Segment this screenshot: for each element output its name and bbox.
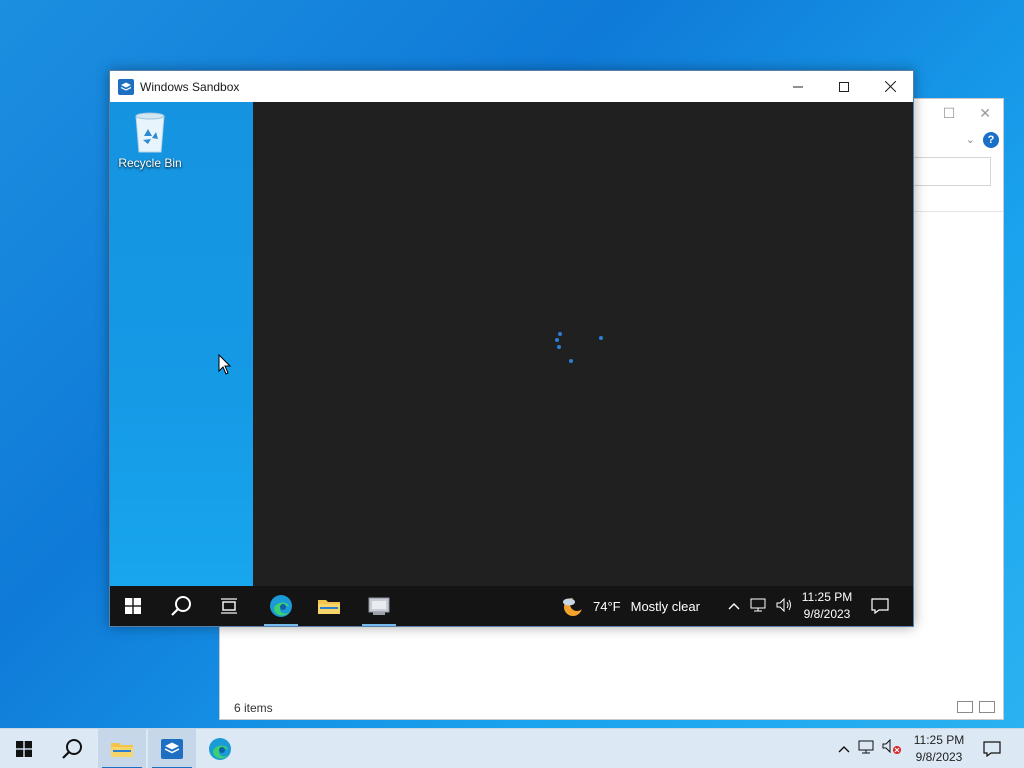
sandbox-desktop[interactable]: Recycle Bin	[110, 102, 253, 586]
volume-icon[interactable]	[776, 597, 794, 615]
search-icon	[171, 596, 191, 616]
weather-condition: Mostly clear	[630, 598, 700, 614]
file-explorer-icon	[111, 743, 133, 757]
system-app-icon	[368, 597, 390, 615]
maximize-button[interactable]	[821, 71, 867, 102]
view-toggle	[957, 701, 995, 713]
action-center-button[interactable]	[866, 586, 894, 626]
host-action-center-button[interactable]	[980, 729, 1004, 768]
host-taskbar: 11:25 PM 9/8/2023	[0, 728, 1024, 768]
close-button[interactable]	[867, 71, 913, 102]
clock-date: 9/8/2023	[915, 750, 963, 764]
close-icon[interactable]: ✕	[979, 105, 991, 122]
sandbox-loading-area	[253, 102, 913, 586]
task-view-button[interactable]	[206, 586, 252, 626]
window-title: Windows Sandbox	[140, 79, 240, 94]
maximize-icon[interactable]: ☐	[943, 105, 956, 122]
taskbar-file-explorer[interactable]	[306, 586, 352, 626]
edge-browser-icon	[270, 595, 292, 617]
host-taskbar-file-explorer[interactable]	[98, 729, 146, 768]
clock-date: 9/8/2023	[803, 607, 851, 621]
windows-start-icon	[16, 741, 32, 757]
notification-icon	[983, 741, 1001, 757]
search-icon	[62, 739, 82, 759]
chevron-up-icon[interactable]	[838, 740, 850, 758]
network-icon[interactable]	[750, 598, 766, 615]
host-taskbar-clock[interactable]: 11:25 PM 9/8/2023	[906, 732, 972, 766]
taskbar-sandbox-app[interactable]	[356, 586, 402, 626]
windows-start-icon	[125, 598, 141, 614]
host-taskbar-edge[interactable]	[196, 729, 244, 768]
clock-time: 11:25 PM	[801, 590, 853, 604]
recycle-bin-icon	[135, 112, 165, 153]
windows-sandbox-window[interactable]: Windows Sandbox Recycle Bin 74°F Mostly …	[109, 70, 914, 627]
title-bar[interactable]: Windows Sandbox	[110, 71, 913, 102]
taskbar-clock[interactable]: 11:25 PM 9/8/2023	[796, 589, 858, 623]
window-controls	[775, 71, 913, 102]
details-view-icon[interactable]	[957, 701, 973, 713]
clock-time: 11:25 PM	[913, 733, 965, 747]
start-button[interactable]	[110, 586, 156, 626]
maximize-icon	[839, 81, 849, 92]
weather-temperature: 74°F	[593, 598, 621, 614]
host-start-button[interactable]	[0, 729, 48, 768]
divider	[913, 211, 1003, 212]
chevron-down-icon[interactable]: ⌄	[966, 133, 975, 146]
close-icon	[884, 81, 896, 92]
large-icons-view-icon[interactable]	[979, 701, 995, 713]
notification-icon	[871, 598, 889, 614]
minimize-icon	[793, 86, 803, 87]
edge-browser-icon	[209, 738, 231, 760]
windows-sandbox-icon	[161, 739, 183, 759]
windows-sandbox-icon	[118, 78, 134, 95]
host-system-tray	[838, 729, 902, 768]
host-search-button[interactable]	[48, 729, 96, 768]
help-icon[interactable]: ?	[983, 132, 999, 148]
search-box[interactable]	[911, 157, 991, 186]
recycle-bin-desktop-icon[interactable]: Recycle Bin	[118, 110, 182, 170]
explorer-window-controls: ☐ ✕	[943, 105, 991, 122]
file-explorer-icon	[318, 600, 340, 614]
minimize-button[interactable]	[775, 71, 821, 102]
chevron-up-icon[interactable]	[728, 599, 740, 613]
moon-cloud-weather-icon	[563, 597, 584, 616]
system-tray	[728, 586, 794, 626]
mouse-cursor-icon	[218, 354, 232, 375]
taskbar-edge[interactable]	[258, 586, 304, 626]
network-icon[interactable]	[858, 740, 874, 759]
loading-spinner-icon	[555, 332, 603, 363]
volume-muted-icon[interactable]	[882, 738, 902, 760]
weather-widget[interactable]: 74°F Mostly clear	[561, 586, 700, 626]
item-count-status: 6 items	[234, 701, 273, 715]
recycle-bin-label: Recycle Bin	[118, 156, 182, 170]
search-button[interactable]	[158, 586, 204, 626]
host-taskbar-windows-sandbox[interactable]	[148, 729, 196, 768]
task-view-icon	[221, 598, 237, 614]
sandbox-taskbar: 74°F Mostly clear 11:25 PM 9/8/2023	[110, 586, 913, 626]
